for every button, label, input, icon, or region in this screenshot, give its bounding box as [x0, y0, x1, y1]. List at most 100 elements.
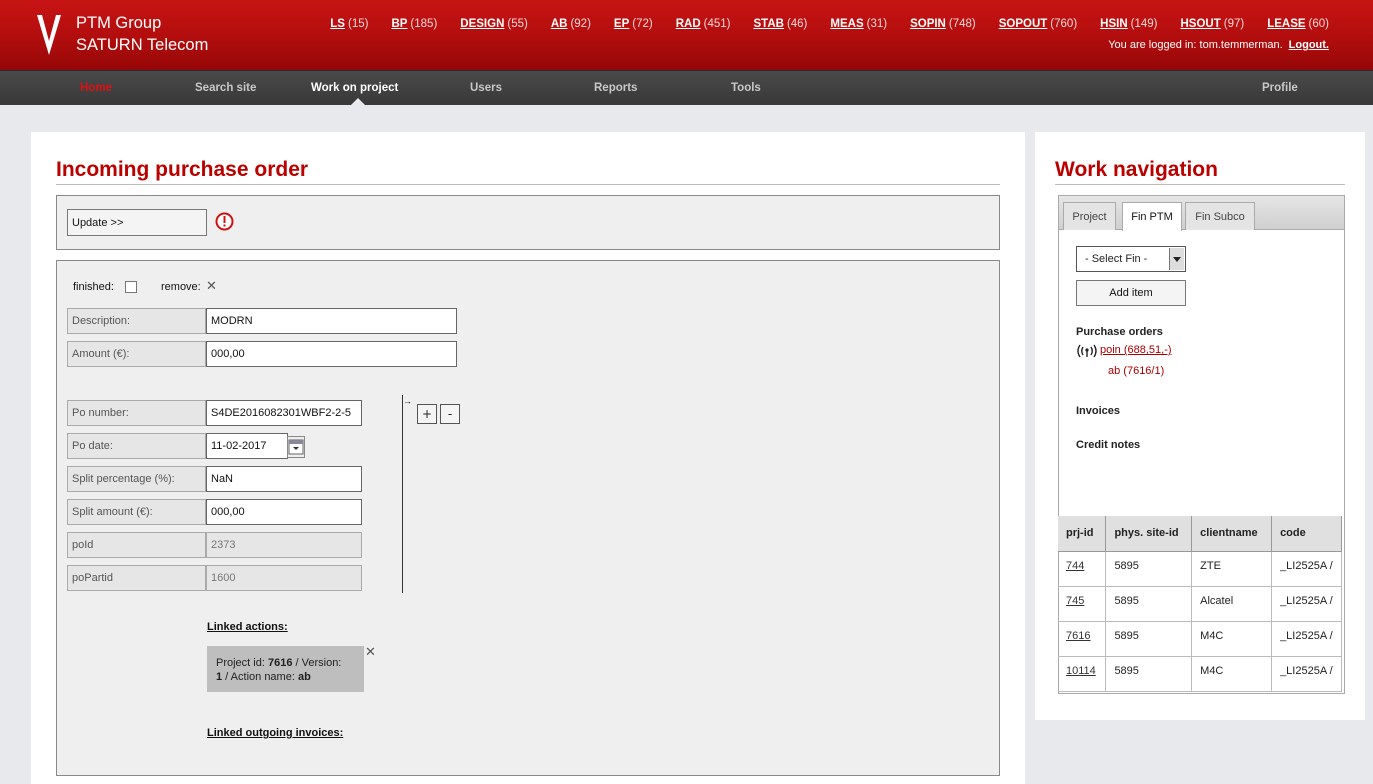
- nav-profile[interactable]: Profile: [1262, 82, 1298, 94]
- warning-icon: [215, 212, 234, 231]
- count-design: DESIGN (55): [460, 18, 528, 30]
- credit-notes-heading: Credit notes: [1076, 439, 1141, 451]
- linked-project-prefix: Project id:: [216, 657, 268, 669]
- popartid-value: 1600: [206, 565, 362, 591]
- count-value: (92): [570, 18, 591, 30]
- table-row: 745 5895 Alcatel _LI2525A /: [1058, 586, 1342, 622]
- po-number-input[interactable]: S4DE2016082301WBF2-2-5: [206, 400, 362, 426]
- update-button[interactable]: Update >>: [67, 209, 207, 236]
- count-link-stab[interactable]: STAB: [753, 18, 783, 30]
- count-link-ep[interactable]: EP: [614, 18, 629, 30]
- count-ab: AB (92): [551, 18, 591, 30]
- count-sopout: SOPOUT (760): [999, 18, 1077, 30]
- po-date-input[interactable]: 11-02-2017: [206, 433, 288, 459]
- linked-invoices-heading: Linked outgoing invoices:: [207, 727, 344, 739]
- count-link-hsout[interactable]: HSOUT: [1181, 18, 1221, 30]
- linked-action-prefix: / Action name:: [222, 671, 298, 683]
- split-percentage-input[interactable]: NaN: [206, 466, 362, 492]
- count-value: (72): [632, 18, 653, 30]
- logout-link[interactable]: Logout.: [1289, 39, 1329, 51]
- count-link-ls[interactable]: LS: [330, 18, 345, 30]
- description-input[interactable]: MODRN: [206, 308, 457, 334]
- nav-search-site[interactable]: Search site: [195, 82, 256, 94]
- count-link-bp[interactable]: BP: [391, 18, 407, 30]
- table-cell: _LI2525A /: [1271, 551, 1342, 587]
- count-link-sopout[interactable]: SOPOUT: [999, 18, 1048, 30]
- count-link-sopin[interactable]: SOPIN: [910, 18, 946, 30]
- column-header[interactable]: prj-id: [1058, 516, 1107, 552]
- count-value: (46): [786, 18, 808, 30]
- count-link-hsin[interactable]: HSIN: [1100, 18, 1127, 30]
- po-link[interactable]: poin (688,51,-): [1100, 344, 1172, 356]
- popartid-label: poPartid: [67, 565, 206, 591]
- count-lease: LEASE (60): [1267, 18, 1329, 30]
- select-fin-dropdown[interactable]: - Select Fin -: [1076, 246, 1186, 272]
- add-item-button[interactable]: Add item: [1076, 280, 1186, 306]
- add-split-button[interactable]: +: [417, 404, 437, 424]
- tab-fin-ptm[interactable]: Fin PTM: [1122, 202, 1182, 231]
- calendar-icon[interactable]: [287, 436, 305, 458]
- column-header[interactable]: code: [1271, 516, 1342, 552]
- split-amount-input[interactable]: 000,00: [206, 499, 362, 525]
- project-id-link[interactable]: 744: [1058, 551, 1107, 587]
- count-link-design[interactable]: DESIGN: [460, 18, 504, 30]
- remove-icon[interactable]: ✕: [206, 279, 217, 294]
- count-link-meas[interactable]: MEAS: [830, 18, 863, 30]
- table-header-row: prj-id phys. site-id clientname code: [1058, 516, 1342, 552]
- split-percentage-label: Split percentage (%):: [67, 466, 206, 492]
- count-value: (748): [948, 18, 976, 30]
- count-link-ab[interactable]: AB: [551, 18, 568, 30]
- linked-action-name: ab: [297, 671, 311, 683]
- amount-label: Amount (€):: [67, 341, 206, 367]
- company-line2: SATURN Telecom: [76, 36, 209, 54]
- nav-home[interactable]: Home: [80, 82, 112, 94]
- po-number-label: Po number:: [67, 400, 206, 426]
- tab-project[interactable]: Project: [1063, 202, 1116, 230]
- company-logo-icon: [37, 15, 61, 55]
- poid-label: poId: [67, 532, 206, 558]
- table-cell: _LI2525A /: [1271, 621, 1342, 657]
- remove-label: remove:: [161, 281, 201, 293]
- finished-checkbox[interactable]: [125, 281, 137, 293]
- remove-split-button[interactable]: -: [440, 404, 460, 424]
- invoices-heading: Invoices: [1076, 405, 1121, 417]
- table-row: 10114 5895 M4C _LI2525A /: [1058, 656, 1342, 692]
- ab-link[interactable]: ab (7616/1): [1108, 365, 1164, 377]
- main-nav: Home Search site Work on project Users R…: [0, 70, 1373, 105]
- project-id-link[interactable]: 7616: [1058, 621, 1107, 657]
- nav-tools[interactable]: Tools: [731, 82, 761, 94]
- count-hsin: HSIN (149): [1100, 18, 1157, 30]
- tab-fin-subco[interactable]: Fin Subco: [1185, 202, 1255, 230]
- nav-work-on-project[interactable]: Work on project: [311, 82, 398, 94]
- project-id-link[interactable]: 10114: [1058, 656, 1107, 692]
- count-value: (15): [347, 18, 369, 30]
- unlink-action-icon[interactable]: ✕: [365, 645, 376, 660]
- table-cell: 5895: [1105, 586, 1193, 622]
- count-ep: EP (72): [614, 18, 653, 30]
- column-header[interactable]: clientname: [1191, 516, 1273, 552]
- work-navigation-title: Work navigation: [1055, 158, 1218, 181]
- table-cell: ZTE: [1191, 551, 1273, 587]
- count-meas: MEAS (31): [830, 18, 887, 30]
- login-status: You are logged in: tom.temmerman. Logout.: [1108, 39, 1329, 51]
- split-divider: [402, 395, 403, 593]
- count-link-lease[interactable]: LEASE: [1267, 18, 1305, 30]
- nav-reports[interactable]: Reports: [594, 82, 637, 94]
- table-cell: 5895: [1105, 551, 1193, 587]
- project-id-link[interactable]: 745: [1058, 586, 1107, 622]
- count-value: (97): [1223, 18, 1245, 30]
- column-header[interactable]: phys. site-id: [1105, 516, 1193, 552]
- page-title: Incoming purchase order: [56, 158, 309, 181]
- module-counts: LS (15) BP (185) DESIGN (55) AB (92) EP (72) RAD (4…: [330, 18, 1329, 30]
- amount-input[interactable]: 000,00: [206, 341, 457, 367]
- table-cell: Alcatel: [1191, 586, 1273, 622]
- count-link-rad[interactable]: RAD: [676, 18, 701, 30]
- chevron-down-icon[interactable]: [1169, 248, 1184, 270]
- table-cell: _LI2525A /: [1271, 656, 1342, 692]
- work-nav-divider: [1055, 184, 1345, 185]
- nav-users[interactable]: Users: [470, 82, 502, 94]
- count-bp: BP (185): [391, 18, 437, 30]
- table-row: 7616 5895 M4C _LI2525A /: [1058, 621, 1342, 657]
- linked-project-id: 7616: [267, 657, 293, 669]
- count-value: (60): [1308, 18, 1329, 30]
